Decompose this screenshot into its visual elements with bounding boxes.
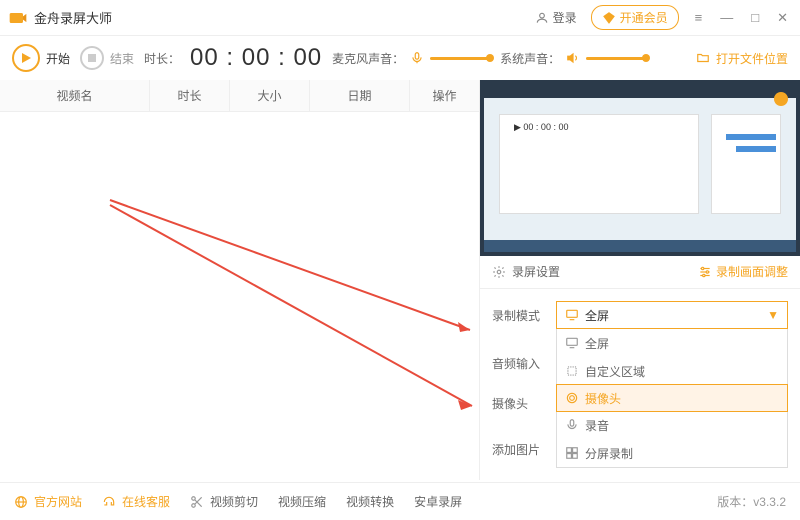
sliders-icon	[698, 265, 712, 279]
android-link[interactable]: 安卓录屏	[414, 493, 462, 510]
stop-button[interactable]: 结束	[80, 46, 134, 70]
open-folder-label: 打开文件位置	[716, 50, 788, 67]
settings-title: 录屏设置	[492, 263, 560, 280]
diamond-icon	[602, 11, 616, 25]
system-slider[interactable]	[586, 57, 646, 60]
close-button[interactable]: ✕	[773, 8, 792, 28]
headset-icon	[102, 495, 116, 509]
user-icon	[535, 11, 549, 25]
chevron-down-icon: ▼	[767, 308, 779, 322]
mic-icon[interactable]	[410, 51, 424, 65]
compress-label: 视频压缩	[278, 493, 326, 510]
monitor-icon	[565, 336, 579, 350]
timer-display: 00 : 00 : 00	[190, 44, 322, 72]
mic-slider[interactable]	[430, 57, 490, 60]
content-area: 视频名 时长 大小 日期 操作 ▶ 00 : 00 : 00	[0, 80, 800, 480]
col-size: 大小	[230, 80, 310, 111]
audio-input-label: 音频输入	[492, 349, 546, 372]
settings-header: 录屏设置 录制画面调整	[480, 256, 800, 289]
speaker-icon[interactable]	[566, 51, 580, 65]
option-camera[interactable]: 摄像头	[556, 384, 788, 412]
start-button[interactable]: 开始	[12, 44, 70, 72]
monitor-icon	[565, 308, 579, 322]
app-logo: 金舟录屏大师	[8, 8, 112, 28]
recordings-list: 视频名 时长 大小 日期 操作	[0, 80, 480, 480]
menu-button[interactable]: ≡	[691, 8, 707, 28]
record-mode-select[interactable]: 全屏 ▼	[556, 301, 788, 329]
app-title: 金舟录屏大师	[34, 8, 112, 27]
stop-label: 结束	[110, 50, 134, 67]
globe-icon	[14, 495, 28, 509]
window-controls: ≡ — □ ✕	[691, 8, 792, 28]
convert-label: 视频转换	[346, 493, 394, 510]
option-label: 自定义区域	[585, 363, 645, 380]
grid-icon	[565, 446, 579, 460]
col-duration: 时长	[150, 80, 230, 111]
col-operation: 操作	[410, 80, 479, 111]
record-mode-label: 录制模式	[492, 301, 546, 324]
camera-label: 摄像头	[492, 389, 546, 412]
gear-icon	[492, 265, 506, 279]
audio-input-row: 音频输入	[492, 349, 546, 372]
convert-link[interactable]: 视频转换	[346, 493, 394, 510]
stop-icon	[80, 46, 104, 70]
option-label: 录音	[585, 417, 609, 434]
system-audio-label: 系统声音：	[500, 50, 560, 67]
toolbar: 开始 结束 时长： 00 : 00 : 00 麦克风声音： 系统声音： 打开文件…	[0, 36, 800, 80]
preview-thumbnail: ▶ 00 : 00 : 00	[484, 84, 796, 252]
mic-control: 麦克风声音：	[332, 50, 490, 67]
start-label: 开始	[46, 50, 70, 67]
minimize-button[interactable]: —	[716, 8, 737, 28]
right-panel: ▶ 00 : 00 : 00 录屏设置 录制画面调整 录制模式	[480, 80, 800, 480]
camera-row: 摄像头	[492, 389, 546, 412]
folder-icon	[696, 51, 710, 65]
settings-title-text: 录屏设置	[512, 263, 560, 280]
adjust-label: 录制画面调整	[716, 263, 788, 280]
adjust-button[interactable]: 录制画面调整	[698, 263, 788, 280]
trim-label: 视频剪切	[210, 493, 258, 510]
record-mode-dropdown: 全屏 自定义区域 摄像头 录音	[556, 328, 788, 468]
option-fullscreen[interactable]: 全屏	[557, 329, 787, 357]
option-audio[interactable]: 录音	[557, 411, 787, 439]
col-name: 视频名	[0, 80, 150, 111]
table-header: 视频名 时长 大小 日期 操作	[0, 80, 479, 112]
preview-area: ▶ 00 : 00 : 00	[480, 80, 800, 256]
select-value: 全屏	[585, 307, 609, 324]
trim-link[interactable]: 视频剪切	[190, 493, 258, 510]
duration-label: 时长：	[144, 50, 180, 67]
add-image-label: 添加图片	[492, 435, 546, 458]
titlebar: 金舟录屏大师 登录 开通会员 ≡ — □ ✕	[0, 0, 800, 36]
system-audio-control: 系统声音：	[500, 50, 646, 67]
scissors-icon	[190, 495, 204, 509]
login-button[interactable]: 登录	[527, 5, 585, 30]
play-icon	[12, 44, 40, 72]
version-text: 版本：v3.3.2	[717, 493, 786, 510]
website-label: 官方网站	[34, 493, 82, 510]
crop-icon	[565, 364, 579, 378]
mic-icon	[565, 418, 579, 432]
support-label: 在线客服	[122, 493, 170, 510]
logo-icon	[8, 8, 28, 28]
login-label: 登录	[553, 9, 577, 26]
maximize-button[interactable]: □	[747, 8, 763, 28]
mic-label: 麦克风声音：	[332, 50, 404, 67]
footer: 官方网站 在线客服 视频剪切 视频压缩 视频转换 安卓录屏 版本：v3.3.2	[0, 482, 800, 520]
vip-button[interactable]: 开通会员	[591, 5, 679, 30]
vip-label: 开通会员	[620, 9, 668, 26]
option-split[interactable]: 分屏录制	[557, 439, 787, 467]
option-label: 摄像头	[585, 390, 621, 407]
support-link[interactable]: 在线客服	[102, 493, 170, 510]
add-image-row: 添加图片	[492, 435, 546, 458]
camera-icon	[565, 391, 579, 405]
open-folder-button[interactable]: 打开文件位置	[696, 50, 788, 67]
option-label: 分屏录制	[585, 445, 633, 462]
option-label: 全屏	[585, 335, 609, 352]
website-link[interactable]: 官方网站	[14, 493, 82, 510]
settings-body: 录制模式 全屏 ▼ 全屏 自定义区域	[480, 289, 800, 480]
col-date: 日期	[310, 80, 410, 111]
option-custom[interactable]: 自定义区域	[557, 357, 787, 385]
annotation-arrows	[0, 80, 480, 450]
android-label: 安卓录屏	[414, 493, 462, 510]
compress-link[interactable]: 视频压缩	[278, 493, 326, 510]
